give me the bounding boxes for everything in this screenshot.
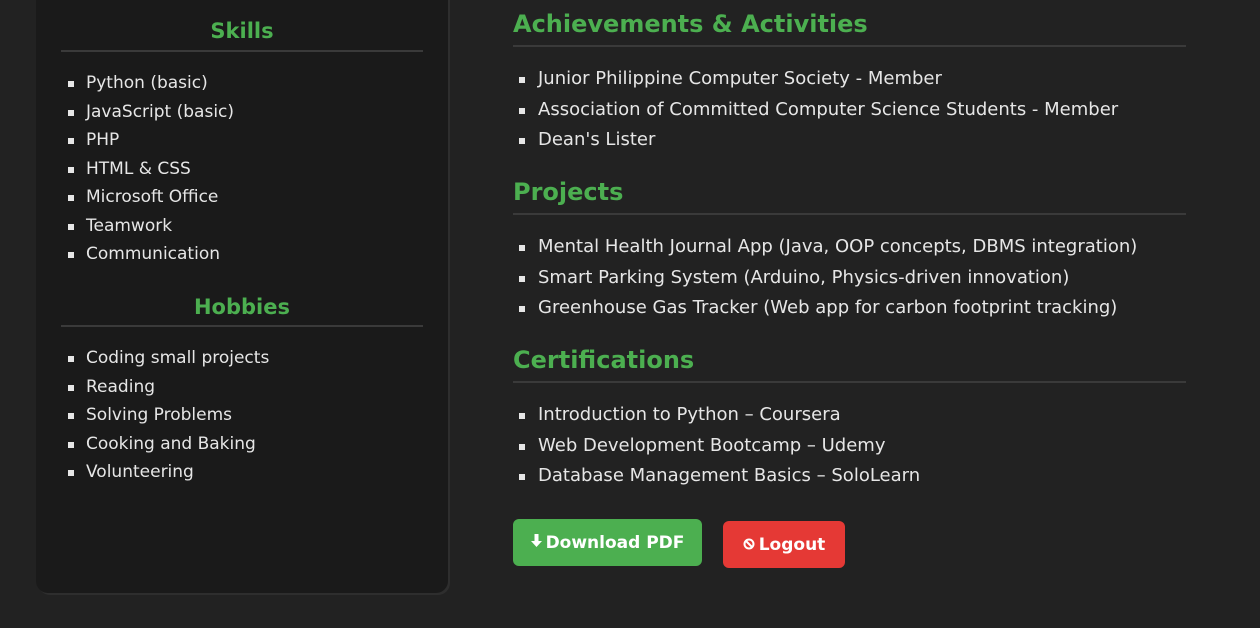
- projects-heading: Projects: [513, 178, 624, 206]
- projects-section: Projects Mental Health Journal App (Java…: [513, 168, 1186, 324]
- hobby-item: Solving Problems: [36, 401, 448, 430]
- no-entry-icon: [743, 536, 755, 554]
- achievement-item: Association of Committed Computer Scienc…: [513, 95, 1186, 126]
- hobby-item: Cooking and Baking: [36, 430, 448, 459]
- skill-item: JavaScript (basic): [36, 98, 448, 127]
- achievement-item: Junior Philippine Computer Society - Mem…: [513, 64, 1186, 95]
- logout-button[interactable]: Logout: [723, 521, 845, 568]
- project-item: Greenhouse Gas Tracker (Web app for carb…: [513, 293, 1186, 324]
- certifications-list: Introduction to Python – Coursera Web De…: [513, 400, 1186, 492]
- skills-divider: [61, 50, 423, 52]
- skill-item: Teamwork: [36, 212, 448, 241]
- hobby-item: Volunteering: [36, 458, 448, 487]
- skill-item: PHP: [36, 126, 448, 155]
- project-item: Smart Parking System (Arduino, Physics-d…: [513, 263, 1186, 294]
- certification-item: Database Management Basics – SoloLearn: [513, 461, 1186, 492]
- certifications-heading: Certifications: [513, 346, 695, 374]
- resume-page: Skills Python (basic) JavaScript (basic)…: [0, 0, 1260, 628]
- hobbies-list: Coding small projects Reading Solving Pr…: [36, 344, 448, 487]
- hobbies-divider: [61, 325, 423, 327]
- achievements-list: Junior Philippine Computer Society - Mem…: [513, 64, 1186, 156]
- skills-heading: Skills: [210, 19, 274, 43]
- certification-item: Introduction to Python – Coursera: [513, 400, 1186, 431]
- certifications-divider: [513, 381, 1186, 383]
- skill-item: Python (basic): [36, 69, 448, 98]
- certifications-section: Certifications Introduction to Python – …: [513, 336, 1186, 492]
- hobby-item: Coding small projects: [36, 344, 448, 373]
- achievements-heading: Achievements & Activities: [513, 10, 868, 38]
- achievement-item: Dean's Lister: [513, 125, 1186, 156]
- hobby-item: Reading: [36, 373, 448, 402]
- skill-item: Microsoft Office: [36, 183, 448, 212]
- hobbies-section: Hobbies Coding small projects Reading So…: [36, 289, 448, 487]
- certification-item: Web Development Bootcamp – Udemy: [513, 431, 1186, 462]
- download-pdf-button[interactable]: Download PDF: [513, 519, 702, 566]
- achievements-section: Achievements & Activities Junior Philipp…: [513, 0, 1186, 156]
- project-item: Mental Health Journal App (Java, OOP con…: [513, 232, 1186, 263]
- sidebar: Skills Python (basic) JavaScript (basic)…: [36, 0, 448, 593]
- skill-item: HTML & CSS: [36, 155, 448, 184]
- skills-list: Python (basic) JavaScript (basic) PHP HT…: [36, 69, 448, 269]
- logout-label: Logout: [758, 534, 826, 555]
- hobbies-heading: Hobbies: [193, 295, 290, 319]
- skill-item: Communication: [36, 240, 448, 269]
- projects-list: Mental Health Journal App (Java, OOP con…: [513, 232, 1186, 324]
- skills-section: Skills Python (basic) JavaScript (basic)…: [36, 15, 448, 269]
- download-arrow-icon: [530, 533, 542, 552]
- download-pdf-label: Download PDF: [545, 532, 685, 553]
- achievements-divider: [513, 45, 1186, 47]
- projects-divider: [513, 213, 1186, 215]
